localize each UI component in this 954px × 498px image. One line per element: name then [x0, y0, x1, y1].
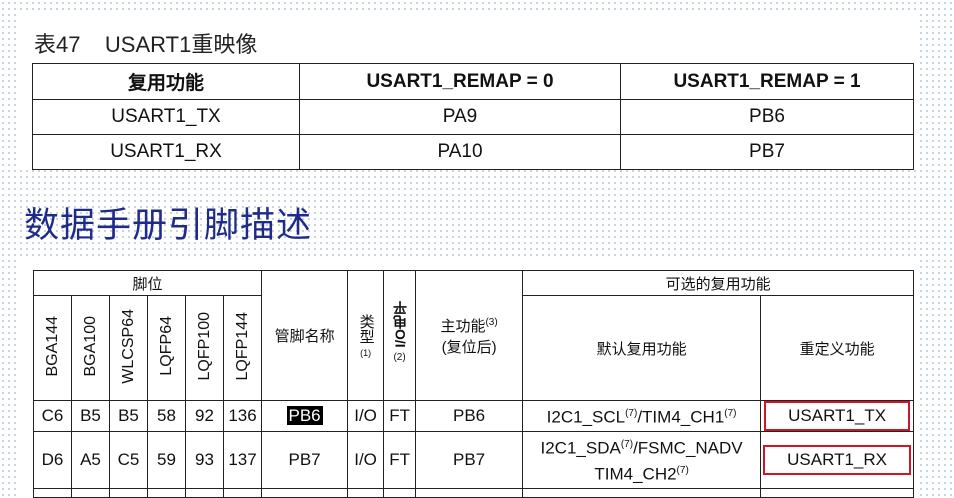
- table-row: USART1_TX PA9 PB6: [32, 99, 914, 135]
- cell-remap-0: PA10: [299, 134, 621, 170]
- type-note: (1): [360, 347, 372, 358]
- io-note: (2): [393, 351, 406, 363]
- header-type: 类型 (1): [347, 270, 385, 401]
- header-lqfp144: LQFP144: [222, 295, 263, 401]
- table-row: D6 A5 C5 59 93 137 PB7 I/O FT PB7 I2C1_S…: [33, 431, 915, 489]
- header-alt-function: 复用功能: [32, 63, 300, 100]
- main-func-label: 主功能: [440, 317, 486, 335]
- header-default-alt: 默认复用功能: [522, 295, 762, 401]
- header-lqfp64: LQFP64: [147, 295, 186, 401]
- pkg-cell: A5: [71, 431, 110, 489]
- header-main-function: 主功能(3) (复位后): [415, 270, 524, 401]
- pkg-cell: B5: [71, 400, 110, 432]
- main-func-note: (3): [485, 316, 498, 328]
- pkg-cell: 92: [185, 400, 224, 432]
- pkg-cell: 58: [147, 400, 186, 432]
- header-wlcsp64: WLCSP64: [109, 295, 148, 401]
- pkg-cell: 93: [185, 431, 224, 489]
- remap-cell: USART1_TX: [760, 400, 915, 432]
- pkg-cell: C5: [109, 431, 148, 489]
- header-io-level: I/O电平 (2): [383, 270, 417, 401]
- header-pin-name: 管脚名称: [261, 270, 349, 401]
- type-cell: I/O: [347, 431, 385, 489]
- pkg-cell: 59: [147, 431, 186, 489]
- io-cell: FT: [383, 431, 417, 489]
- pin-name-cell: PB6: [261, 400, 349, 432]
- pin-description-table: 脚位 管脚名称 类型 (1) I/O电平 (2) 主功能(3) (复位后) 可选…: [32, 270, 915, 498]
- pkg-cell: D6: [33, 431, 72, 489]
- group-alt-functions: 可选的复用功能: [522, 270, 915, 296]
- header-remap-0: USART1_REMAP = 0: [299, 63, 621, 100]
- main-func-label-2: (复位后): [441, 338, 497, 356]
- cell-remap-1: PB6: [620, 99, 914, 135]
- table-row: USART1_RX PA10 PB7: [32, 134, 914, 170]
- table-row: C6 B5 B5 58 92 136 PB6 I/O FT PB6 I2C1_S…: [33, 400, 915, 432]
- remap-cell: USART1_RX: [760, 431, 915, 489]
- type-label: 类型: [357, 313, 375, 344]
- table-row-partial: [33, 488, 915, 498]
- main-func-cell: PB6: [415, 400, 524, 432]
- usart1-remap-table: 复用功能 USART1_REMAP = 0 USART1_REMAP = 1 U…: [32, 63, 914, 170]
- table-caption: 表47 USART1重映像: [34, 32, 258, 57]
- io-label: I/O电平: [391, 301, 408, 348]
- cell-remap-1: PB7: [620, 134, 914, 170]
- default-alt-cell: I2C1_SDA(7)/FSMC_NADV TIM4_CH2(7): [522, 431, 762, 489]
- pkg-cell: C6: [33, 400, 72, 432]
- highlight-box: USART1_TX: [764, 401, 911, 431]
- header-lqfp100: LQFP100: [185, 295, 224, 401]
- type-cell: I/O: [347, 400, 385, 432]
- section-title: 数据手册引脚描述: [24, 206, 313, 246]
- header-bga100: BGA100: [71, 295, 110, 401]
- header-remap-function: 重定义功能: [760, 295, 915, 401]
- selected-text[interactable]: PB6: [286, 406, 323, 425]
- main-func-cell: PB7: [415, 431, 524, 489]
- header-bga144: BGA144: [33, 295, 72, 401]
- highlight-box: USART1_RX: [763, 445, 911, 475]
- pkg-cell: 136: [222, 400, 263, 432]
- io-cell: FT: [383, 400, 417, 432]
- group-header-row: 脚位 管脚名称 类型 (1) I/O电平 (2) 主功能(3) (复位后) 可选…: [32, 270, 915, 401]
- cell-remap-0: PA9: [299, 99, 621, 135]
- pin-name-cell: PB7: [261, 431, 349, 489]
- default-alt-cell: I2C1_SCL(7)/TIM4_CH1(7): [522, 400, 762, 432]
- header-remap-1: USART1_REMAP = 1: [620, 63, 914, 100]
- cell-function: USART1_TX: [32, 99, 300, 135]
- table-header-row: 复用功能 USART1_REMAP = 0 USART1_REMAP = 1: [32, 63, 914, 100]
- cell-function: USART1_RX: [32, 134, 300, 170]
- pkg-cell: B5: [109, 400, 148, 432]
- pkg-cell: 137: [222, 431, 263, 489]
- group-pins: 脚位: [32, 270, 263, 296]
